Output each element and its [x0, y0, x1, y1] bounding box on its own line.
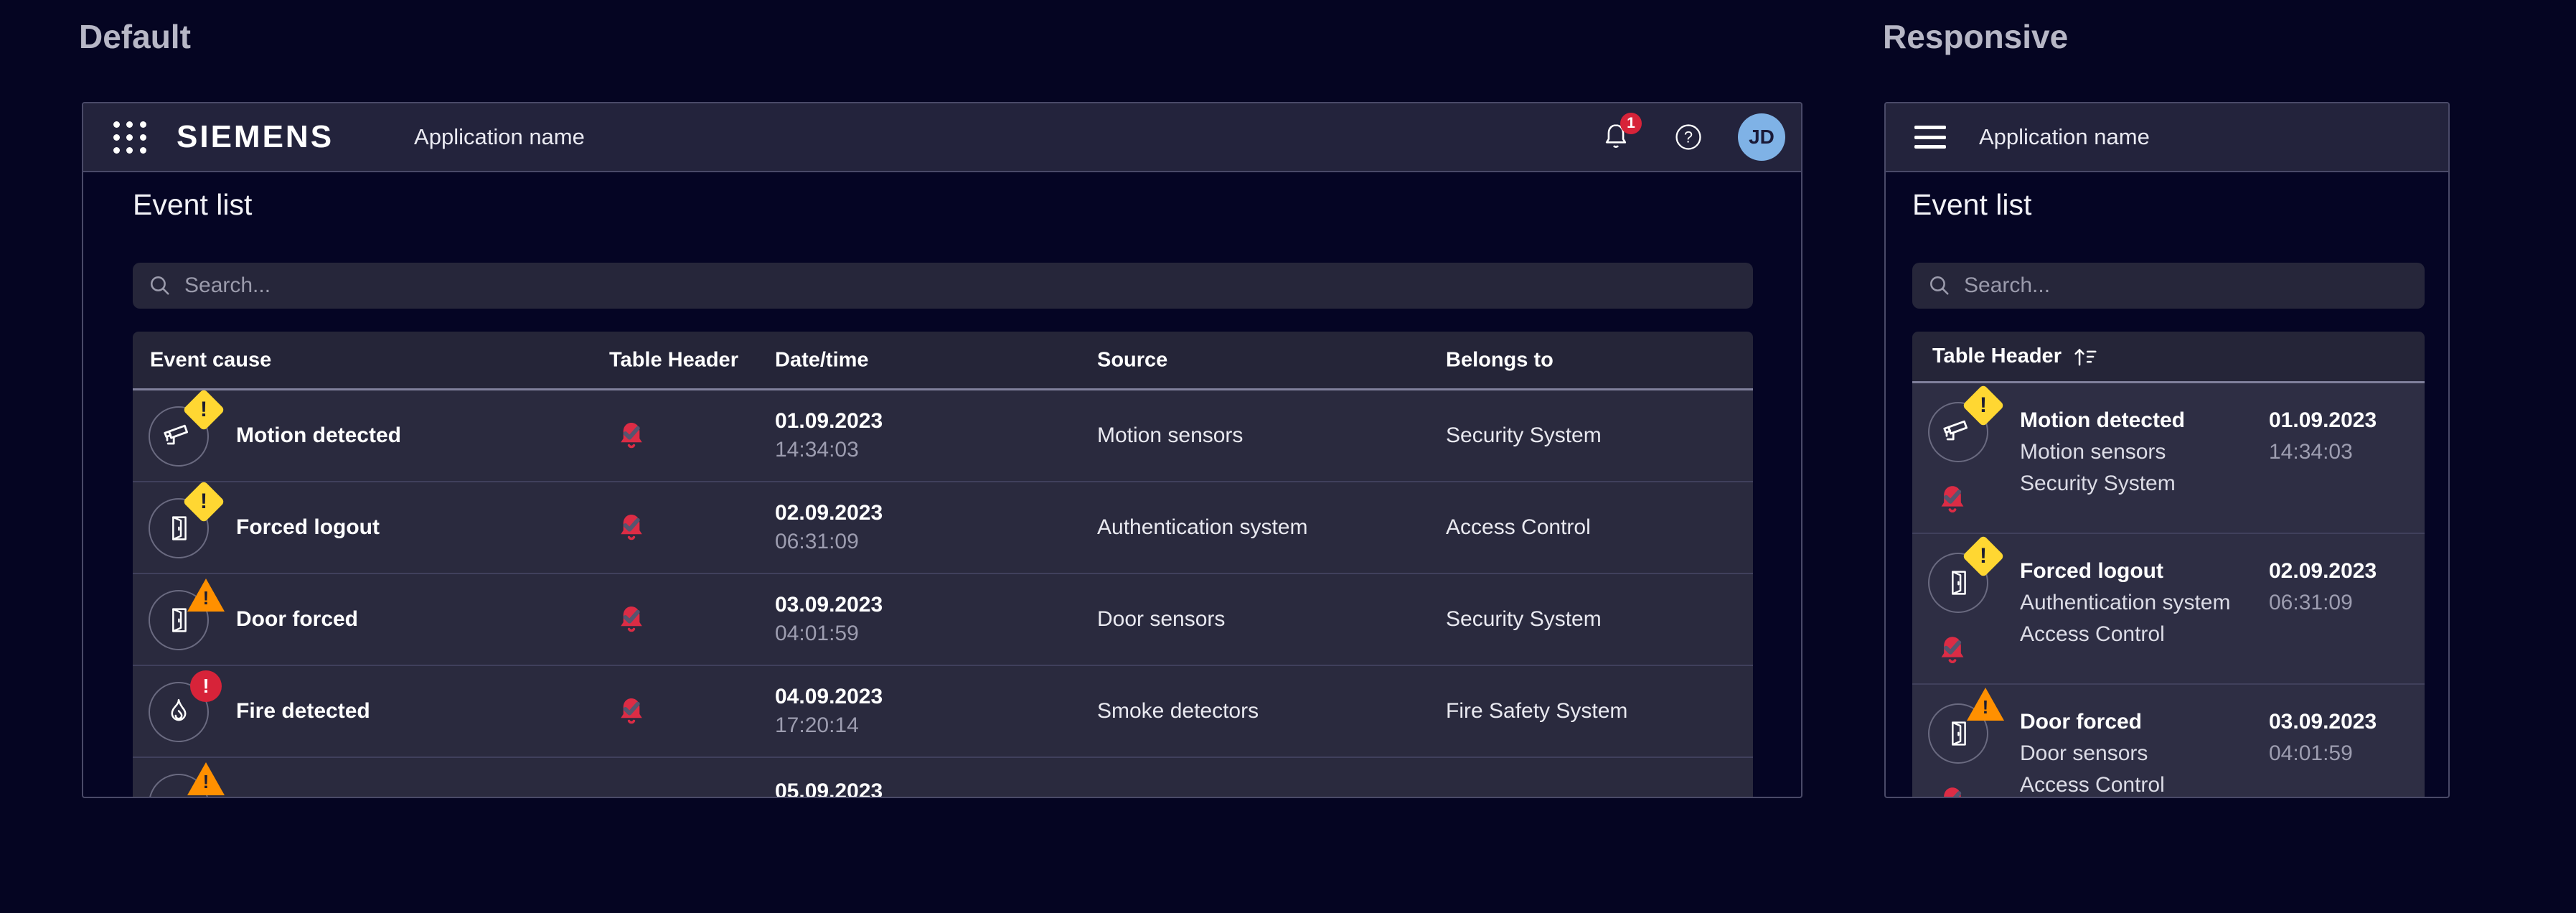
notifications-button[interactable]: 1 — [1600, 121, 1632, 153]
event-datetime: 01.09.2023 14:34:03 — [775, 409, 883, 462]
column-header-source: Source — [1097, 348, 1167, 372]
notification-count-badge: 1 — [1620, 113, 1642, 134]
user-avatar[interactable]: JD — [1738, 113, 1785, 161]
table-row[interactable]: ! Door forced 03.09.2023 04:01:59 Door s… — [133, 574, 1753, 666]
menu-icon[interactable] — [1914, 126, 1946, 149]
event-card-text: Motion detected Motion sensors Security … — [2020, 405, 2185, 500]
event-datetime: 04.09.2023 17:20:14 — [775, 685, 883, 738]
table-row[interactable]: ! Fire detected 04.09.2023 17:20:14 Smok… — [133, 666, 1753, 758]
event-datetime: 05.09.2023 — [775, 779, 883, 798]
column-header-event-cause: Event cause — [150, 348, 271, 372]
page-title: Event list — [133, 188, 252, 222]
event-datetime: 03.09.2023 04:01:59 — [2269, 706, 2377, 769]
event-cause: Motion detected — [236, 423, 401, 448]
event-source: Door sensors — [2020, 738, 2165, 769]
event-table: Event cause Table Header Date/time Sourc… — [133, 332, 1753, 798]
event-belongs-to: Security System — [1446, 607, 1602, 632]
app-header-bar: Application name — [1886, 103, 2448, 172]
event-belongs-to: Fire Safety System — [1446, 699, 1627, 724]
responsive-app-panel: Application name Event list Table Header — [1884, 102, 2450, 798]
event-source: Authentication system — [1097, 515, 1307, 540]
responsive-section-title: Responsive — [1883, 17, 2068, 56]
search-icon — [1927, 273, 1952, 299]
alarm-acknowledged-icon — [1935, 633, 1970, 668]
app-header-bar: SIEMENS Application name 1 ? JD — [83, 103, 1801, 172]
svg-text:?: ? — [1684, 128, 1693, 146]
door-icon — [1942, 717, 1975, 750]
event-cause: Motion detected — [2020, 405, 2185, 436]
event-source: Motion sensors — [1097, 423, 1243, 448]
alarm-acknowledged-icon — [1935, 784, 1970, 798]
critical-badge: ! — [190, 670, 222, 702]
event-datetime: 03.09.2023 04:01:59 — [775, 593, 883, 646]
sort-header-label: Table Header — [1932, 345, 2062, 368]
event-card-text: Forced logout Authentication system Acce… — [2020, 556, 2230, 650]
page-title: Event list — [1912, 188, 2031, 222]
event-belongs-to: Security System — [1446, 423, 1602, 448]
column-header-belongs-to: Belongs to — [1446, 348, 1553, 372]
event-cause: Door forced — [236, 607, 358, 632]
event-datetime: 02.09.2023 06:31:09 — [775, 501, 883, 554]
alarm-acknowledged-icon — [1935, 482, 1970, 517]
event-source: Smoke detectors — [1097, 699, 1259, 724]
event-card[interactable]: ! Forced logout Authentication system Ac… — [1912, 534, 2425, 685]
door-icon — [162, 512, 195, 545]
alarm-acknowledged-icon — [615, 511, 648, 544]
search-field — [133, 263, 1753, 309]
event-source: Motion sensors — [2020, 436, 2185, 468]
alarm-acknowledged-icon — [615, 695, 648, 728]
flame-icon — [162, 696, 195, 729]
event-datetime: 01.09.2023 14:34:03 — [2269, 405, 2377, 468]
event-cause: Forced logout — [2020, 556, 2230, 587]
event-belongs-to: Security System — [2020, 468, 2185, 500]
sort-header[interactable]: Table Header — [1912, 332, 2425, 383]
search-input[interactable] — [1964, 273, 2425, 298]
alarm-acknowledged-icon — [615, 603, 648, 636]
column-header-datetime: Date/time — [775, 348, 869, 372]
app-launcher-icon[interactable] — [113, 121, 146, 154]
column-header-table-header: Table Header — [609, 348, 738, 372]
sort-ascending-icon — [2072, 345, 2099, 368]
search-icon — [147, 273, 173, 299]
event-source: Authentication system — [2020, 587, 2230, 619]
default-section-title: Default — [79, 17, 191, 56]
event-card-list: Table Header ! — [1912, 332, 2425, 798]
table-row[interactable]: ! Forced logout 02.09.2023 06:31:09 Auth… — [133, 482, 1753, 574]
event-card[interactable]: ! Motion detected Motion sensors Securit… — [1912, 383, 2425, 534]
event-card[interactable]: ! Door forced Door sensors Access Contro… — [1912, 685, 2425, 798]
event-datetime: 02.09.2023 06:31:09 — [2269, 556, 2377, 619]
event-card-text: Door forced Door sensors Access Control — [2020, 706, 2165, 798]
event-source: Door sensors — [1097, 607, 1225, 632]
alarm-acknowledged-icon — [615, 419, 648, 452]
search-field — [1912, 263, 2425, 309]
cctv-camera-icon — [161, 419, 196, 454]
alert-badge: ! — [1967, 688, 2004, 721]
door-icon — [1942, 566, 1975, 599]
event-belongs-to: Access Control — [1446, 515, 1591, 540]
event-belongs-to: Access Control — [2020, 619, 2230, 650]
table-row[interactable]: ! Motion detected 01.09.2023 14:34:03 Mo… — [133, 390, 1753, 482]
event-cause: Fire detected — [236, 699, 370, 724]
application-name: Application name — [1979, 124, 2150, 150]
help-button[interactable]: ? — [1673, 122, 1703, 152]
question-icon: ? — [1673, 122, 1703, 152]
siemens-logo: SIEMENS — [177, 119, 334, 155]
table-row[interactable]: ! 05.09.2023 — [133, 758, 1753, 798]
application-name: Application name — [414, 124, 585, 150]
search-input[interactable] — [184, 273, 1753, 298]
event-belongs-to: Access Control — [2020, 769, 2165, 798]
table-header-row: Event cause Table Header Date/time Sourc… — [133, 332, 1753, 390]
event-cause: Forced logout — [236, 515, 380, 540]
default-app-panel: SIEMENS Application name 1 ? JD Event li… — [82, 102, 1802, 798]
cctv-camera-icon — [1941, 415, 1975, 449]
event-cause: Door forced — [2020, 706, 2165, 738]
